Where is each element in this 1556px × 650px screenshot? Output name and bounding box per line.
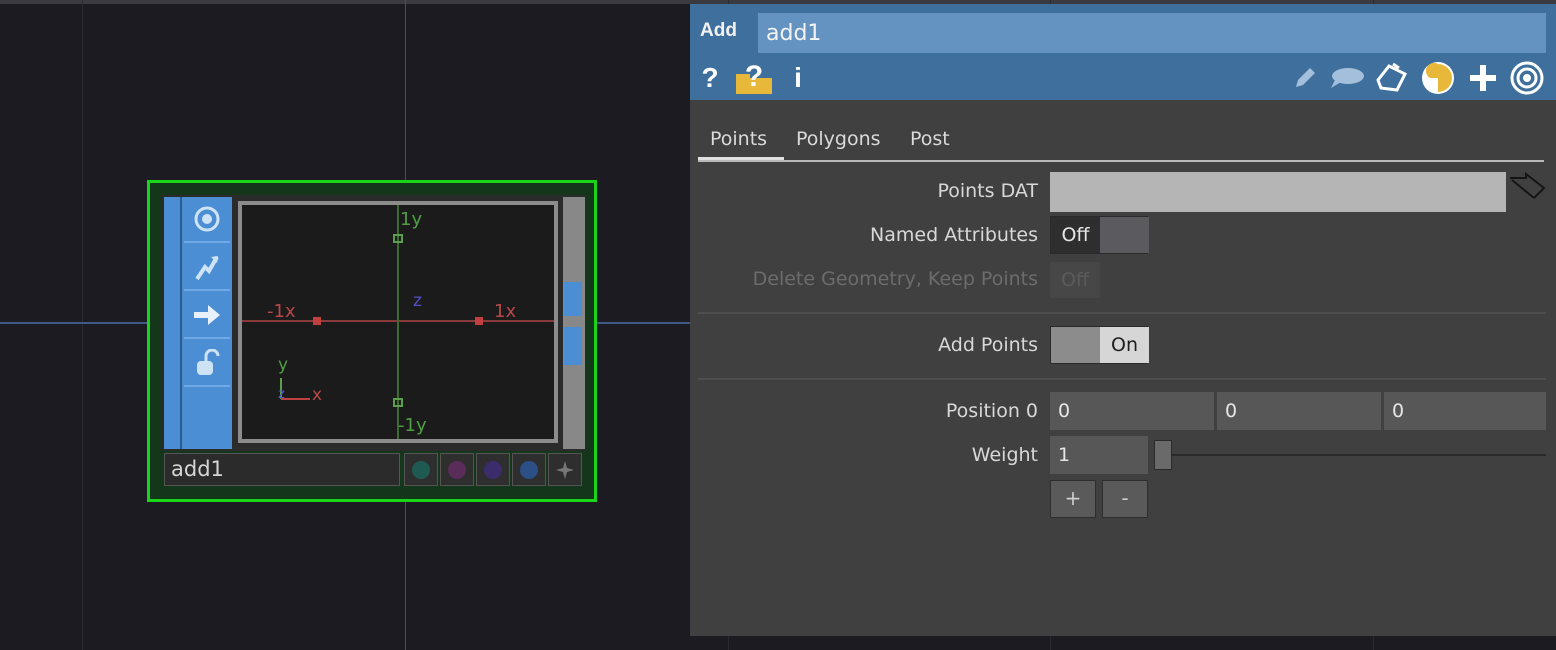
parameter-tabs: Points Polygons Post xyxy=(698,122,1544,162)
param-label-delete-geometry: Delete Geometry, Keep Points xyxy=(752,268,1038,290)
flag-template-icon[interactable] xyxy=(476,453,510,486)
python-icon[interactable] xyxy=(1420,60,1456,96)
axis-label-z: z xyxy=(413,291,422,311)
node-name-label[interactable]: add1 xyxy=(164,453,400,486)
gizmo-label-x: x xyxy=(312,385,323,405)
copy-icon[interactable] xyxy=(1374,60,1410,96)
bypass-icon[interactable] xyxy=(184,245,230,291)
parameter-panel: Add ? ? i Points Polygons Post Point xyxy=(690,4,1556,636)
node-viewer-canvas: 1y -1y -1x 1x z y x z xyxy=(242,205,554,439)
flag-clone-icon[interactable] xyxy=(404,453,438,486)
output-connector-tab[interactable] xyxy=(564,327,582,365)
display-arrow-icon[interactable] xyxy=(184,293,230,339)
axis-label-neg-y: -1y xyxy=(398,415,427,436)
add-icon[interactable] xyxy=(1466,60,1500,96)
param-label-weight: Weight xyxy=(971,444,1038,466)
viewer-active-icon[interactable] xyxy=(184,197,230,243)
delete-geometry-toggle: Off xyxy=(1050,262,1100,298)
toggle-knob xyxy=(1051,327,1100,363)
named-attributes-toggle[interactable]: Off xyxy=(1050,216,1149,254)
svg-text:?: ? xyxy=(745,60,763,93)
param-label-position0: Position 0 xyxy=(945,400,1038,422)
position0-z-field[interactable]: 0 xyxy=(1384,392,1546,430)
operator-type-label: Add xyxy=(700,20,737,41)
grid-line xyxy=(82,0,83,650)
axis-label-pos-y: 1y xyxy=(400,209,423,230)
position0-y-field[interactable]: 0 xyxy=(1217,392,1381,430)
param-label-named-attributes: Named Attributes xyxy=(870,224,1038,246)
node-footer: add1 xyxy=(164,453,586,488)
operator-name-field[interactable] xyxy=(758,13,1546,53)
param-label-add-points: Add Points xyxy=(938,334,1038,356)
node-input-connector[interactable] xyxy=(164,197,182,449)
tab-points[interactable]: Points xyxy=(698,122,784,160)
node-viewer[interactable]: 1y -1y -1x 1x z y x z xyxy=(238,201,558,443)
add-points-toggle[interactable]: On xyxy=(1050,326,1149,364)
help-icon[interactable]: ? xyxy=(698,60,722,96)
flag-cook-icon[interactable] xyxy=(440,453,474,486)
points-dat-field[interactable] xyxy=(1050,172,1506,212)
weight-field[interactable]: 1 xyxy=(1050,436,1148,474)
tab-polygons[interactable]: Polygons xyxy=(784,122,896,160)
tab-post[interactable]: Post xyxy=(898,122,978,160)
viewer-icon[interactable] xyxy=(1508,60,1546,96)
node-output-connector[interactable] xyxy=(563,197,585,449)
param-label-points-dat: Points DAT xyxy=(937,180,1038,202)
position0-x-field[interactable]: 0 xyxy=(1050,392,1214,430)
info-icon[interactable]: i xyxy=(788,60,808,96)
gizmo-label-z: z xyxy=(278,387,285,402)
add-sequence-button[interactable]: + xyxy=(1050,480,1096,518)
output-connector-tab[interactable] xyxy=(564,282,582,316)
edit-icon[interactable] xyxy=(1290,60,1320,96)
axis-label-neg-x: -1x xyxy=(267,301,296,322)
lock-icon[interactable] xyxy=(184,341,230,387)
drop-target-arrow-icon[interactable] xyxy=(1508,171,1548,210)
comment-icon[interactable] xyxy=(1328,60,1366,96)
axis-label-pos-x: 1x xyxy=(494,301,517,322)
flag-render-icon[interactable] xyxy=(512,453,546,486)
flag-display-icon[interactable] xyxy=(548,453,582,486)
section-divider xyxy=(698,312,1546,314)
toggle-knob xyxy=(1100,217,1149,253)
weight-slider-track[interactable] xyxy=(1160,454,1546,456)
toggle-value: Off xyxy=(1051,217,1100,253)
node-sidebar xyxy=(164,197,232,449)
panel-header: Add ? ? i xyxy=(690,4,1556,100)
weight-slider-handle[interactable] xyxy=(1154,440,1172,470)
section-divider xyxy=(698,378,1546,380)
remove-sequence-button[interactable]: - xyxy=(1102,480,1148,518)
python-help-icon[interactable]: ? xyxy=(734,60,774,96)
gizmo-label-y: y xyxy=(278,355,289,375)
toggle-value: On xyxy=(1100,327,1149,363)
